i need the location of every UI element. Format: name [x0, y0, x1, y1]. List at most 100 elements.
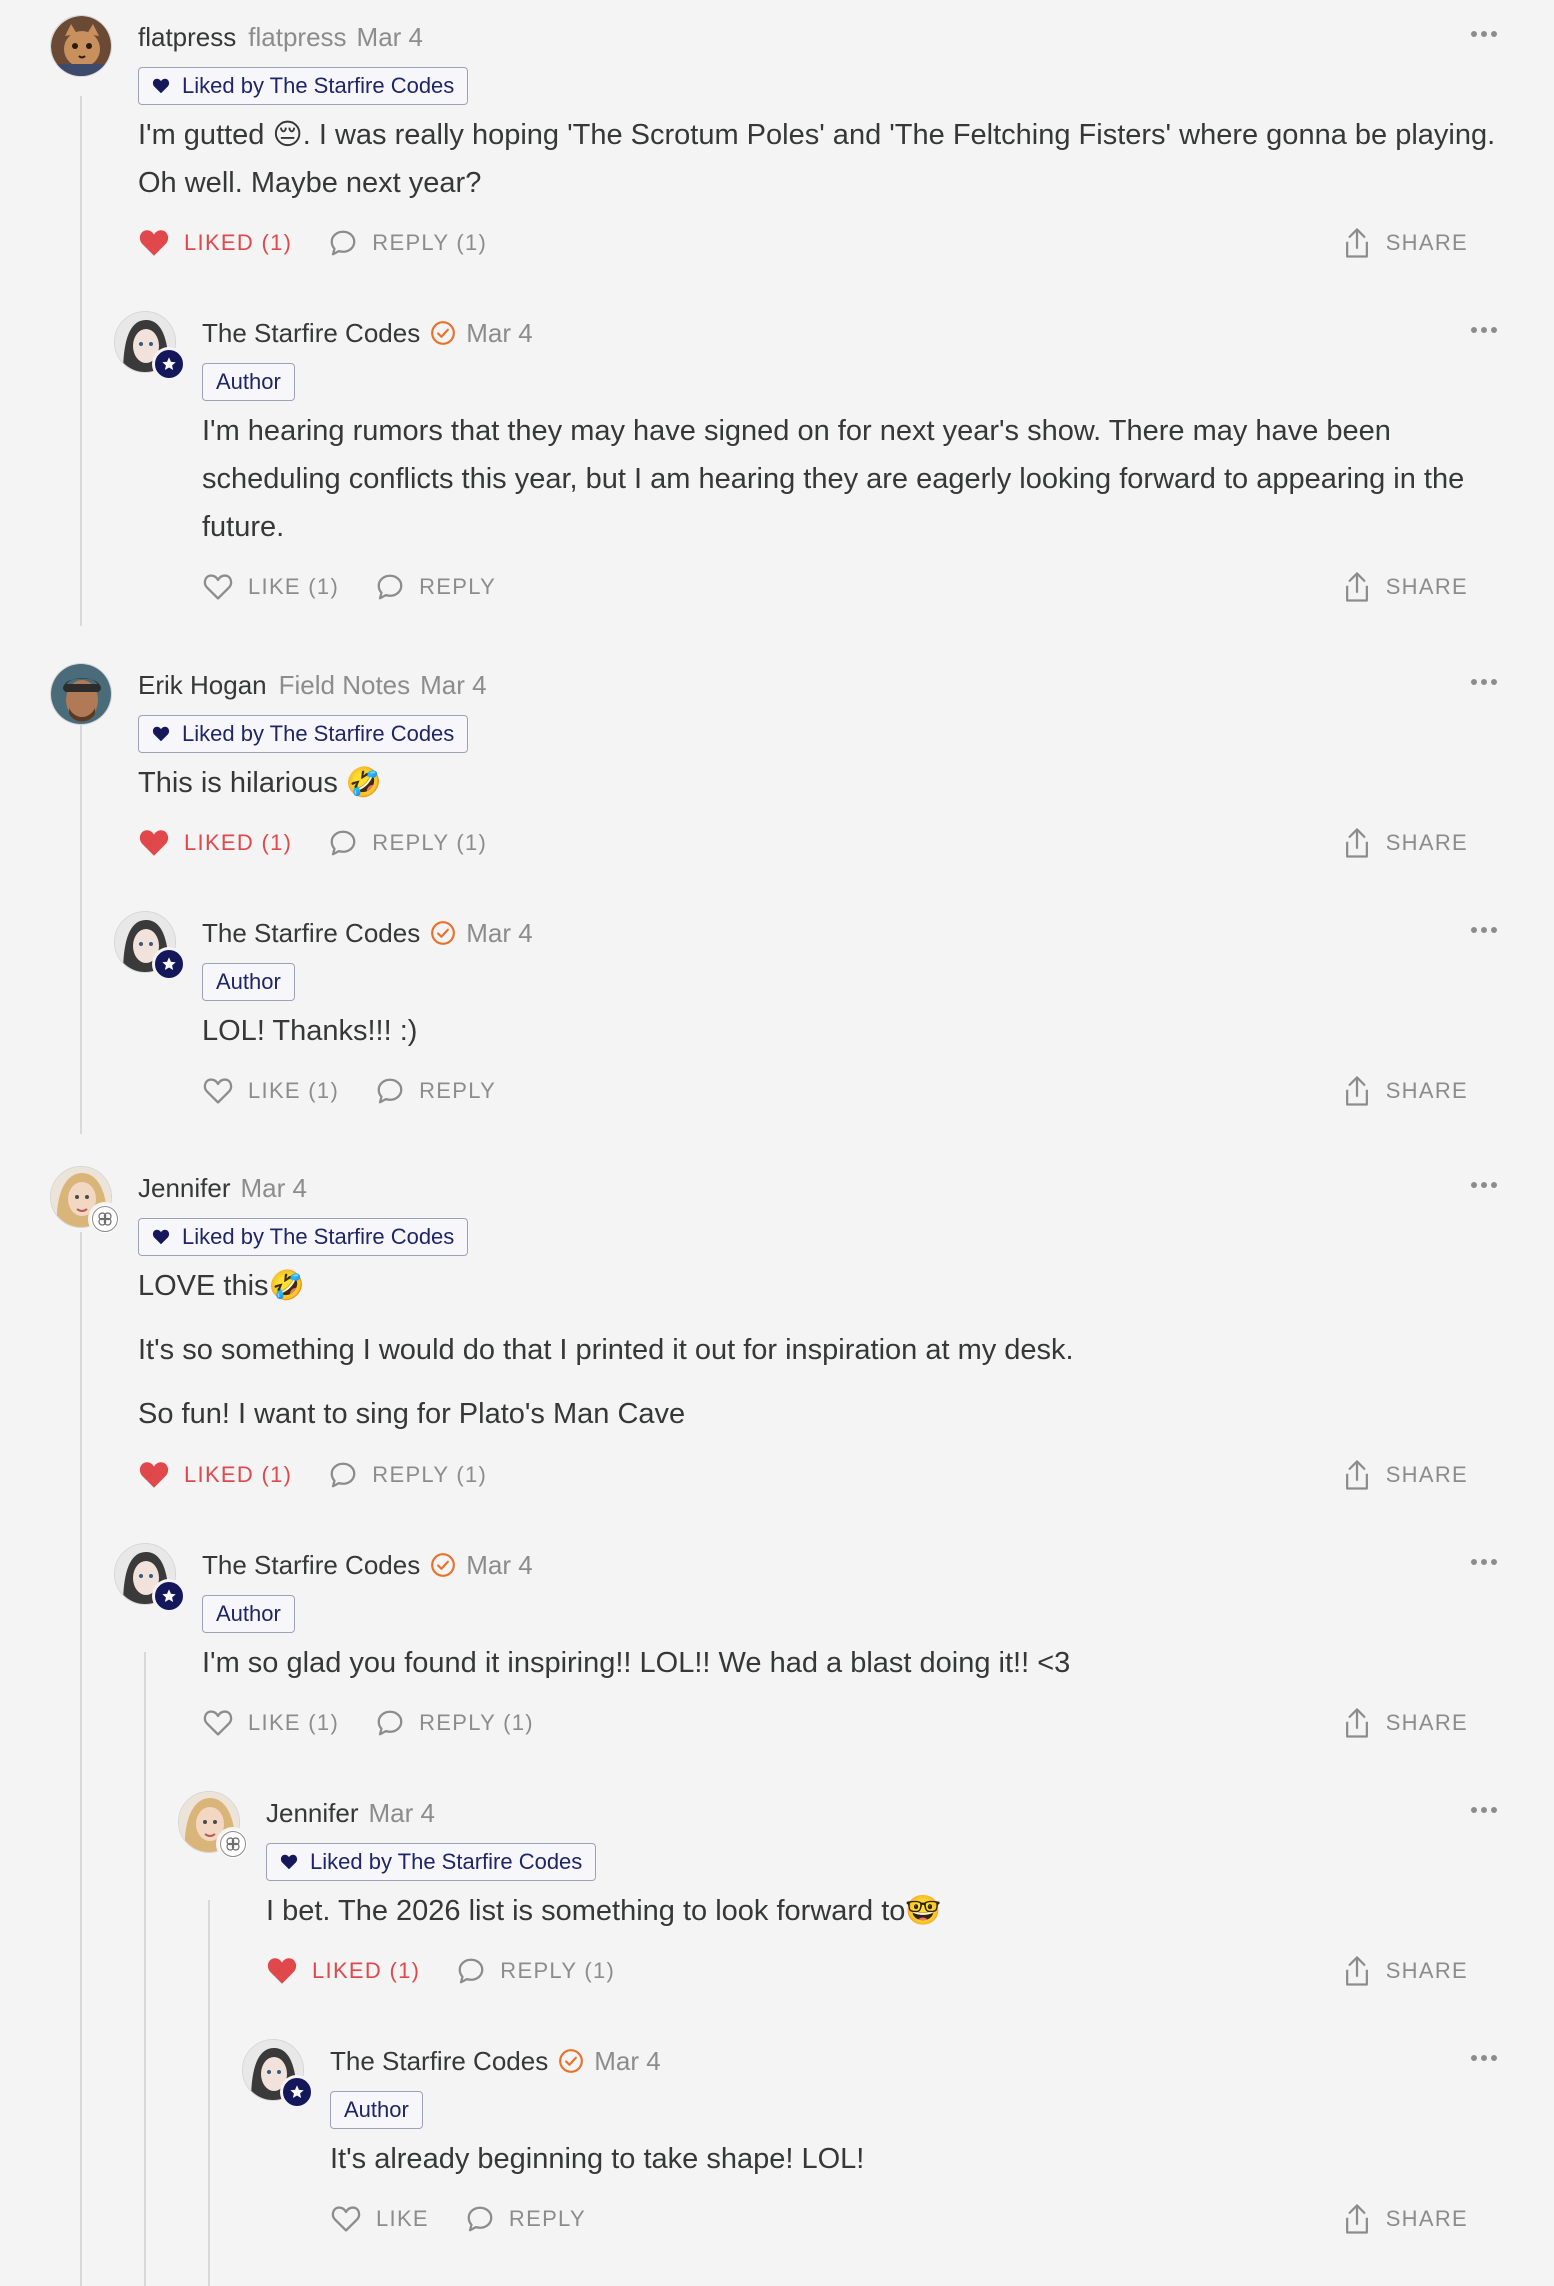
like-label: LIKE	[376, 2206, 429, 2231]
more-options-icon[interactable]	[1464, 915, 1504, 945]
more-options-icon[interactable]	[1464, 2043, 1504, 2073]
comment-date[interactable]: Mar 4	[369, 1798, 435, 1829]
comment-header: flatpress flatpress Mar 4	[138, 15, 423, 59]
heart-icon	[152, 726, 170, 742]
heart-filled-icon	[139, 230, 169, 256]
share-icon	[1345, 1460, 1368, 1490]
comment-date[interactable]: Mar 4	[420, 670, 486, 701]
avatar[interactable]	[50, 15, 112, 77]
publication-name[interactable]: Field Notes	[279, 670, 411, 701]
share-button[interactable]: SHARE	[1342, 1955, 1468, 1987]
reply-label: REPLY (1)	[500, 1958, 616, 1983]
like-button[interactable]: LIKE (1)	[202, 1709, 339, 1737]
comment-body: I'm so glad you found it inspiring!! LOL…	[202, 1639, 1504, 1687]
comment-date[interactable]: Mar 4	[357, 22, 423, 53]
badge-label: Author	[216, 369, 281, 394]
comment-header: The Starfire Codes Mar 4	[202, 311, 533, 355]
more-options-icon[interactable]	[1464, 1547, 1504, 1577]
share-button[interactable]: SHARE	[1342, 1707, 1468, 1739]
author-name[interactable]: The Starfire Codes	[202, 918, 420, 949]
speech-bubble-icon	[467, 2206, 493, 2232]
author-name[interactable]: Jennifer	[266, 1798, 359, 1829]
comment-header: The Starfire Codes Mar 4	[202, 1543, 533, 1587]
reply-label: REPLY (1)	[372, 230, 488, 255]
heart-icon	[152, 1229, 170, 1245]
reply-button[interactable]: REPLY (1)	[375, 1708, 534, 1738]
reply-label: REPLY	[419, 574, 497, 599]
author-name[interactable]: Jennifer	[138, 1173, 231, 1204]
publication-name[interactable]: flatpress	[248, 22, 346, 53]
comment-paragraph: It's so something I would do that I prin…	[138, 1334, 1074, 1366]
author-name[interactable]: The Starfire Codes	[202, 1550, 420, 1581]
speech-bubble-icon	[377, 574, 403, 600]
thread-line[interactable]	[144, 1652, 146, 2286]
reply-button[interactable]: REPLY (1)	[328, 228, 487, 258]
share-icon	[1345, 228, 1368, 258]
speech-bubble-icon	[458, 1958, 484, 1984]
comment-paragraph: I bet. The 2026 list is something to loo…	[266, 1895, 942, 1927]
badge-label: Author	[216, 969, 281, 994]
reply-button[interactable]: REPLY (1)	[328, 1460, 487, 1490]
heart-filled-icon	[139, 1462, 169, 1488]
comment-paragraph: LOVE this🤣	[138, 1270, 305, 1302]
share-button[interactable]: SHARE	[1342, 1459, 1468, 1491]
reply-button[interactable]: REPLY	[465, 2204, 586, 2234]
author-name[interactable]: Erik Hogan	[138, 670, 267, 701]
author-name[interactable]: The Starfire Codes	[202, 318, 420, 349]
more-options-icon[interactable]	[1464, 19, 1504, 49]
reply-button[interactable]: REPLY	[375, 1076, 496, 1106]
share-button[interactable]: SHARE	[1342, 571, 1468, 603]
share-label: SHARE	[1385, 574, 1468, 599]
reply-label: REPLY (1)	[372, 830, 488, 855]
like-button[interactable]: LIKED (1)	[138, 1461, 292, 1489]
more-options-icon[interactable]	[1464, 315, 1504, 345]
more-options-icon[interactable]	[1464, 1170, 1504, 1200]
comment-paragraph: This is hilarious 🤣	[138, 767, 383, 799]
reply-button[interactable]: REPLY (1)	[456, 1956, 615, 1986]
author-badge-icon	[152, 947, 186, 981]
comment-actions: LIKE (1) REPLY (1) SHARE	[202, 1703, 1504, 1743]
like-label: LIKED (1)	[312, 1958, 421, 1983]
comment-date[interactable]: Mar 4	[594, 2046, 660, 2077]
reply-button[interactable]: REPLY	[375, 572, 496, 602]
comment-date[interactable]: Mar 4	[466, 918, 532, 949]
reply-label: REPLY	[419, 1078, 497, 1103]
reply-button[interactable]: REPLY (1)	[328, 828, 487, 858]
comment-body: I'm hearing rumors that they may have si…	[202, 407, 1504, 551]
like-button[interactable]: LIKED (1)	[138, 229, 292, 257]
thread-line[interactable]	[80, 1232, 82, 2286]
share-button[interactable]: SHARE	[1342, 827, 1468, 859]
badge-label: Liked by The Starfire Codes	[310, 1849, 583, 1874]
heart-icon	[280, 1854, 298, 1870]
comment-date[interactable]: Mar 4	[466, 318, 532, 349]
share-label: SHARE	[1385, 1462, 1468, 1487]
author-name[interactable]: The Starfire Codes	[330, 2046, 548, 2077]
like-button[interactable]: LIKED (1)	[138, 829, 292, 857]
share-button[interactable]: SHARE	[1342, 227, 1468, 259]
thread-line[interactable]	[208, 1900, 210, 2286]
share-button[interactable]: SHARE	[1342, 1075, 1468, 1107]
more-options-icon[interactable]	[1464, 667, 1504, 697]
share-label: SHARE	[1385, 830, 1468, 855]
share-icon	[1345, 828, 1368, 858]
reply-label: REPLY	[508, 2206, 586, 2231]
comment-paragraph: So fun! I want to sing for Plato's Man C…	[138, 1398, 686, 1430]
more-options-icon[interactable]	[1464, 1795, 1504, 1825]
like-button[interactable]: LIKE (1)	[202, 1077, 339, 1105]
comment-date[interactable]: Mar 4	[466, 1550, 532, 1581]
speech-bubble-icon	[377, 1078, 403, 1104]
thread-line[interactable]	[80, 698, 82, 1134]
comment-paragraph: I'm so glad you found it inspiring!! LOL…	[202, 1647, 1071, 1679]
comment-date[interactable]: Mar 4	[241, 1173, 307, 1204]
like-button[interactable]: LIKED (1)	[266, 1957, 420, 1985]
like-button[interactable]: LIKE	[330, 2205, 429, 2233]
comment-body: I'm gutted 😔. I was really hoping 'The S…	[138, 111, 1504, 207]
verified-check-icon	[430, 320, 456, 346]
author-badge-icon	[280, 2075, 314, 2109]
thread-line[interactable]	[80, 96, 82, 626]
like-button[interactable]: LIKE (1)	[202, 573, 339, 601]
avatar[interactable]	[50, 663, 112, 725]
heart-outline-icon	[203, 574, 233, 600]
author-name[interactable]: flatpress	[138, 22, 236, 53]
share-button[interactable]: SHARE	[1342, 2203, 1468, 2235]
